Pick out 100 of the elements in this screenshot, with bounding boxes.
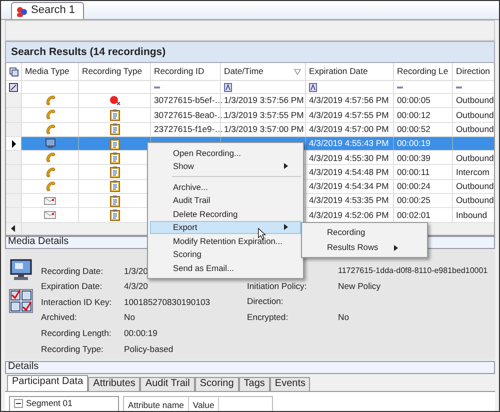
field-value: No [124,313,135,322]
table-cell: 00:00:52 [397,124,430,134]
phone-icon [44,152,56,164]
field-label: Encrypted: [247,312,288,322]
phone-icon [44,166,56,178]
equals-operator-icon [456,86,462,88]
clipboard-icon [110,123,120,136]
table-cell: Outbound [456,182,494,191]
table-cell: 00:00:05 [397,96,430,105]
equals-operator-icon [154,86,160,88]
table-cell: Outbound [456,196,494,206]
field-label: Archived: [41,313,77,322]
people-icon [16,6,28,16]
column-header[interactable]: Expiration Date [306,63,394,80]
menu-item[interactable]: Archive... [150,180,301,194]
field-label: Interaction ID Key: [41,298,112,306]
envelope-icon [44,211,56,220]
tab[interactable]: Events [270,376,310,391]
field-value: No [338,312,349,322]
record-icon [108,95,120,106]
field-label: Direction: [247,297,284,306]
table-cell: 4/3/2019 4:54:48 PM [309,168,389,176]
table-cell: 00:00:25 [397,196,430,206]
table-cell: Outbound [456,96,494,105]
scroll-left-icon [11,224,16,232]
clipboard-icon [110,138,120,150]
table-cell: 23727615-f1e9-… [154,124,224,134]
table-cell: 4/3/2019 4:55:30 PM [309,154,389,162]
menu-item[interactable]: Scoring [150,248,301,261]
table-cell: 4/3/2019 4:55:43 PM [309,139,389,148]
monitor-icon [10,258,32,281]
clipboard-icon [110,152,120,164]
field-value: 1/3/20 [124,266,148,276]
clipboard-icon [110,166,120,178]
field-value: Policy-based [124,344,174,354]
field-label: Initiation Policy: [247,282,307,290]
table-cell: 4/3/2019 4:52:06 PM [309,210,389,220]
tab[interactable]: Audit Trail [140,376,195,391]
table-cell: 4/3/2019 4:54:34 PM [309,182,389,191]
tab[interactable]: Search 1 [11,2,84,19]
field-value: 00:00:19 [124,329,158,338]
menu-item[interactable]: Audit Trail [150,194,301,207]
section-title: Details [5,360,495,374]
menu-item[interactable]: Open Recording... [150,146,301,160]
column-header[interactable]: Recording Type [79,63,151,80]
result-row[interactable]: 30727615-8ea0-…1/3/2019 3:57:55 PM 4/3/2019 4:57:55 PM 00:00:12 Outbound [6,108,494,123]
field-value: 4/3/20 [124,282,148,291]
table-cell: 4/3/2019 4:57:00 PM [309,124,389,134]
column-chooser-icon [8,66,18,76]
table-cell: 00:00:24 [397,182,430,191]
table-cell: 00:00:19 [397,139,430,148]
table-cell: 4/3/2019 4:53:35 PM [309,196,389,206]
clipboard-icon [110,180,120,192]
table-cell: 1/3/2019 3:57:00 PM [224,124,304,134]
column-header[interactable]: Date/Time [221,63,306,80]
field-value: New Policy [338,282,381,290]
monitor-icon [44,138,56,150]
field-value: 11727615-1dda-d0f8-8110-e981bed10001 [338,266,488,275]
results-title: Search Results (14 recordings) [5,41,495,63]
table-cell: Outbound [456,124,494,134]
table-cell: 30727615-8ea0-… [154,110,226,120]
table-cell: Outbound [456,154,494,162]
clipboard-icon [110,209,120,222]
column-header[interactable]: Attribute name [124,396,189,411]
field-label: Recording Type: [41,344,104,354]
table-cell: Intercom [456,168,490,176]
clipboard-icon [110,108,120,121]
submenu-arrow-icon [284,224,288,230]
table-cell: 4/3/2019 4:57:55 PM [309,110,389,120]
tab[interactable]: Tags [238,376,270,391]
column-header[interactable]: Direction [453,63,493,80]
menu-item[interactable]: Show [150,160,301,173]
table-cell: 00:02:01 [397,210,430,220]
table-cell: 1/3/2019 3:57:56 PM [224,96,304,105]
envelope-icon [44,196,56,205]
menu-item[interactable]: Modify Retention Expiration... [150,234,301,248]
phone-icon [44,95,56,106]
result-row[interactable]: 30727615-b5ef-…1/3/2019 3:57:56 PM 4/3/2019 4:57:56 PM 00:00:05 Outbound [6,94,494,108]
column-header[interactable]: Recording Le [394,63,453,80]
menu-item[interactable]: Delete Recording [150,207,301,220]
phone-icon [44,180,56,192]
filter-icon [294,68,301,74]
tab[interactable]: Participant Data [7,374,88,391]
table-cell: Outbound [456,110,494,120]
tab[interactable]: Scoring [194,376,239,391]
menu-item[interactable]: Send as Email... [150,261,301,274]
table-cell: 1/3/2019 3:57:55 PM [224,110,304,120]
submenu-arrow-icon [394,244,398,250]
table-cell: 00:00:12 [397,110,430,120]
menu-item[interactable]: Export [150,220,301,234]
column-header[interactable]: Value [188,396,220,411]
field-value: 100185270830190103 [124,298,210,306]
equals-operator-icon [397,86,403,88]
submenu-arrow-icon [284,163,288,170]
column-header[interactable]: Recording ID [151,63,221,80]
tab[interactable]: Attributes [88,376,140,391]
field-label: Recording Length: [41,329,112,338]
phone-icon [44,124,56,135]
column-header[interactable]: Media Type [22,63,79,80]
table-cell: 4/3/2019 4:57:56 PM [309,96,389,105]
